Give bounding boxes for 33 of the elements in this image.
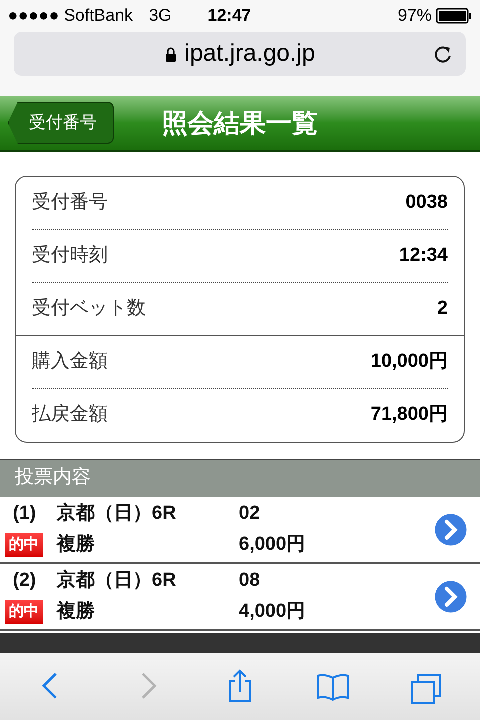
page-title: 照会結果一覧 bbox=[162, 106, 318, 140]
field-label: 受付番号 bbox=[32, 190, 108, 215]
hit-badge: 的中 bbox=[5, 600, 43, 624]
field-value: 0038 bbox=[406, 190, 448, 215]
horse-number: 08 bbox=[239, 569, 262, 593]
battery-text: 97% bbox=[398, 5, 432, 28]
url-text: ipat.jra.go.jp bbox=[184, 39, 316, 69]
section-header: 投票内容 bbox=[0, 459, 480, 497]
bet-type: 複勝 bbox=[57, 600, 96, 624]
field-label: 購入金額 bbox=[32, 350, 108, 374]
field-value: 12:34 bbox=[399, 244, 448, 268]
field-value: 10,000円 bbox=[370, 350, 448, 374]
back-button[interactable]: 受付番号 bbox=[8, 102, 114, 144]
clock-text: 12:47 bbox=[208, 5, 252, 28]
field-label: 払戻金額 bbox=[32, 403, 108, 428]
field-value: 71,800円 bbox=[370, 403, 448, 428]
address-bar[interactable]: ipat.jra.go.jp bbox=[14, 32, 466, 76]
field-label: 受付ベット数 bbox=[32, 296, 146, 321]
race-text: 京都（日）6R bbox=[57, 502, 178, 526]
field-value: 2 bbox=[437, 296, 448, 321]
bet-number: (2) bbox=[12, 569, 38, 593]
carrier-text: ●●●●● SoftBank bbox=[8, 5, 134, 28]
battery-icon bbox=[436, 8, 472, 24]
network-text: 3G bbox=[149, 5, 172, 28]
bet-amount: 6,000円 bbox=[239, 532, 307, 556]
race-text: 京都（日）6R bbox=[57, 568, 178, 593]
hit-badge: 的中 bbox=[5, 532, 43, 557]
lock-icon bbox=[164, 46, 177, 62]
bet-amount: 4,000円 bbox=[239, 600, 307, 624]
bet-type: 複勝 bbox=[57, 532, 96, 556]
bet-number: (1) bbox=[12, 502, 38, 526]
field-label: 受付時刻 bbox=[32, 244, 108, 268]
horse-number: 02 bbox=[239, 502, 262, 526]
